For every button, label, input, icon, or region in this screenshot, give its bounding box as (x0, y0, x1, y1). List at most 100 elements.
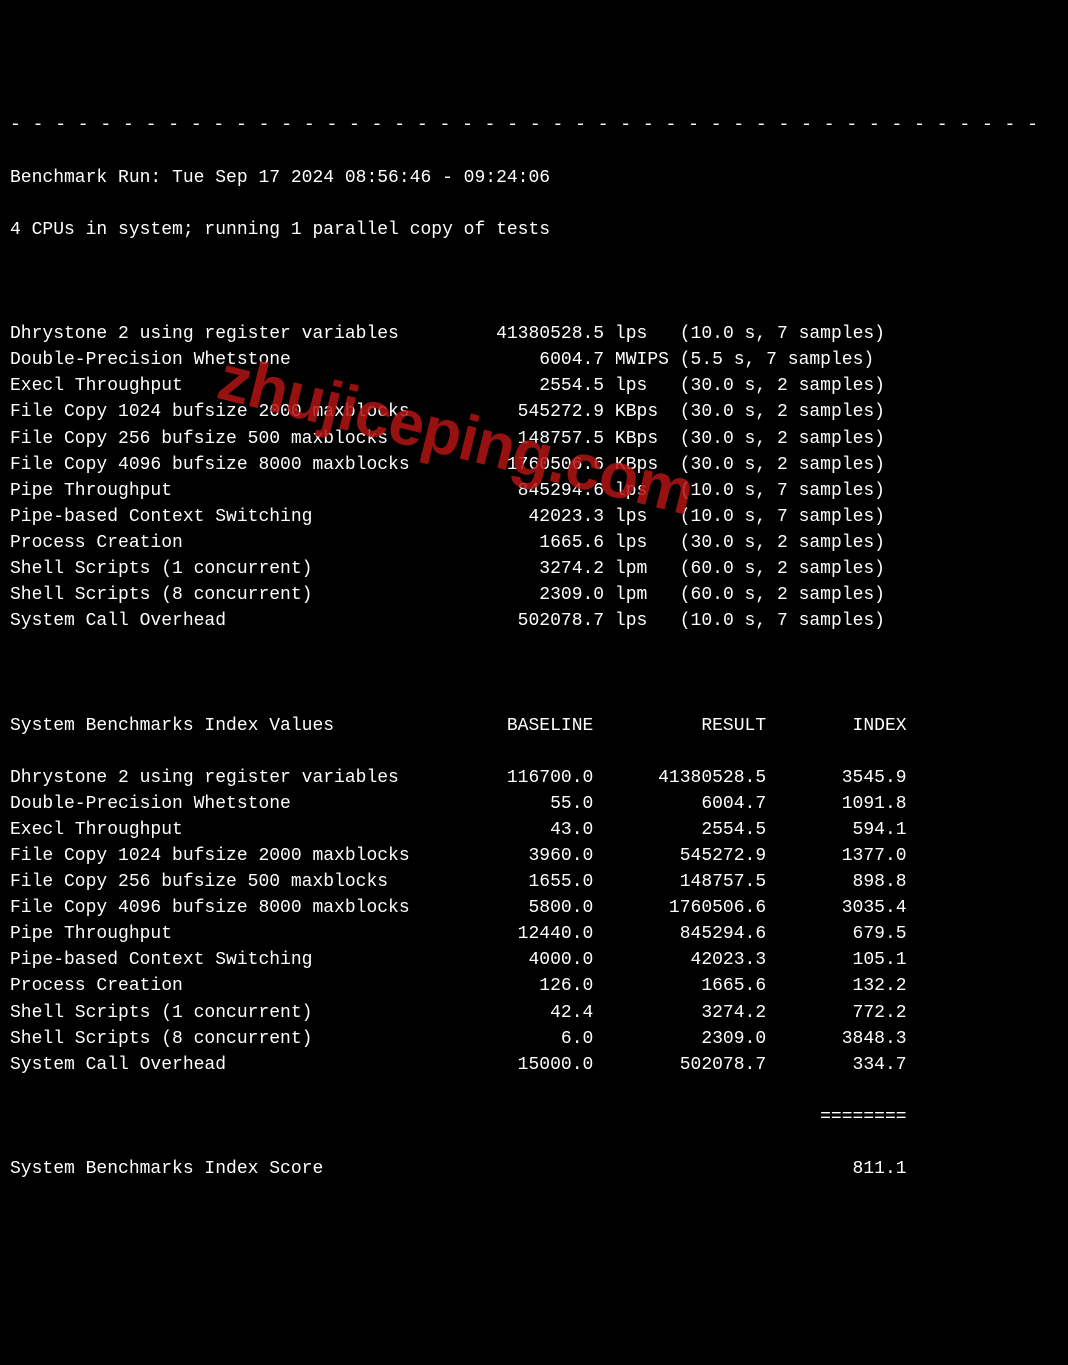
result-value: 148757.5 (420, 429, 604, 449)
index-name: File Copy 4096 bufsize 8000 maxblocks (10, 898, 453, 918)
index-index: 334.7 (766, 1055, 906, 1075)
index-row: Double-Precision Whetstone 55.0 6004.7 1… (10, 791, 1058, 817)
result-timing: (30.0 s, 2 samples) (680, 429, 885, 449)
index-index: 3035.4 (766, 898, 906, 918)
result-timing: (10.0 s, 7 samples) (680, 611, 885, 631)
index-baseline: 126.0 (453, 976, 593, 996)
index-result: 1760506.6 (593, 898, 766, 918)
index-name: Process Creation (10, 976, 453, 996)
index-name: Execl Throughput (10, 820, 453, 840)
result-row: Execl Throughput 2554.5 lps (30.0 s, 2 s… (10, 373, 1058, 399)
index-result: 41380528.5 (593, 768, 766, 788)
index-row: System Call Overhead 15000.0 502078.7 33… (10, 1052, 1058, 1078)
index-block: Dhrystone 2 using register variables 116… (10, 765, 1058, 1078)
benchmark-run-line: Benchmark Run: Tue Sep 17 2024 08:56:46 … (10, 165, 1058, 191)
result-unit: lpm (615, 585, 669, 605)
result-name: Process Creation (10, 533, 420, 553)
result-name: Shell Scripts (8 concurrent) (10, 585, 420, 605)
divider-rule: - - - - - - - - - - - - - - - - - - - - … (10, 112, 1058, 138)
index-result: 6004.7 (593, 794, 766, 814)
index-name: Shell Scripts (1 concurrent) (10, 1003, 453, 1023)
col-result: RESULT (593, 716, 766, 736)
result-name: File Copy 256 bufsize 500 maxblocks (10, 429, 420, 449)
index-index: 3545.9 (766, 768, 906, 788)
index-name: Shell Scripts (8 concurrent) (10, 1029, 453, 1049)
index-index: 898.8 (766, 872, 906, 892)
index-row: Shell Scripts (8 concurrent) 6.0 2309.0 … (10, 1026, 1058, 1052)
score-line: System Benchmarks Index Score 811.1 (10, 1156, 1058, 1182)
result-unit: lps (615, 481, 669, 501)
result-unit: KBps (615, 402, 669, 422)
result-timing: (5.5 s, 7 samples) (680, 350, 874, 370)
index-title: System Benchmarks Index Values (10, 716, 453, 736)
result-row: Dhrystone 2 using register variables 413… (10, 321, 1058, 347)
result-name: Execl Throughput (10, 376, 420, 396)
result-row: File Copy 256 bufsize 500 maxblocks 1487… (10, 426, 1058, 452)
result-unit: lps (615, 324, 669, 344)
result-value: 3274.2 (420, 559, 604, 579)
result-unit: lps (615, 507, 669, 527)
result-name: Shell Scripts (1 concurrent) (10, 559, 420, 579)
result-value: 41380528.5 (420, 324, 604, 344)
index-baseline: 4000.0 (453, 950, 593, 970)
result-value: 1665.6 (420, 533, 604, 553)
result-unit: lps (615, 533, 669, 553)
result-timing: (10.0 s, 7 samples) (680, 507, 885, 527)
col-index: INDEX (766, 716, 906, 736)
score-label: System Benchmarks Index Score (10, 1159, 766, 1179)
results-block: Dhrystone 2 using register variables 413… (10, 321, 1058, 634)
result-timing: (30.0 s, 2 samples) (680, 533, 885, 553)
index-name: Pipe Throughput (10, 924, 453, 944)
result-name: Dhrystone 2 using register variables (10, 324, 420, 344)
result-name: System Call Overhead (10, 611, 420, 631)
result-value: 1760506.6 (420, 455, 604, 475)
result-row: Shell Scripts (1 concurrent) 3274.2 lpm … (10, 556, 1058, 582)
index-index: 772.2 (766, 1003, 906, 1023)
index-baseline: 116700.0 (453, 768, 593, 788)
result-name: File Copy 4096 bufsize 8000 maxblocks (10, 455, 420, 475)
index-header-line: System Benchmarks Index Values BASELINE … (10, 713, 1058, 739)
index-row: Pipe Throughput 12440.0 845294.6 679.5 (10, 921, 1058, 947)
index-index: 594.1 (766, 820, 906, 840)
index-result: 545272.9 (593, 846, 766, 866)
result-timing: (60.0 s, 2 samples) (680, 585, 885, 605)
index-baseline: 1655.0 (453, 872, 593, 892)
index-row: Process Creation 126.0 1665.6 132.2 (10, 973, 1058, 999)
index-row: File Copy 256 bufsize 500 maxblocks 1655… (10, 869, 1058, 895)
index-baseline: 55.0 (453, 794, 593, 814)
result-value: 845294.6 (420, 481, 604, 501)
index-index: 105.1 (766, 950, 906, 970)
index-name: Pipe-based Context Switching (10, 950, 453, 970)
result-value: 42023.3 (420, 507, 604, 527)
result-row: Process Creation 1665.6 lps (30.0 s, 2 s… (10, 530, 1058, 556)
index-result: 3274.2 (593, 1003, 766, 1023)
index-result: 148757.5 (593, 872, 766, 892)
result-value: 545272.9 (420, 402, 604, 422)
result-value: 2309.0 (420, 585, 604, 605)
index-result: 42023.3 (593, 950, 766, 970)
result-timing: (10.0 s, 7 samples) (680, 481, 885, 501)
index-baseline: 12440.0 (453, 924, 593, 944)
index-row: Pipe-based Context Switching 4000.0 4202… (10, 947, 1058, 973)
index-index: 3848.3 (766, 1029, 906, 1049)
result-row: Pipe Throughput 845294.6 lps (10.0 s, 7 … (10, 478, 1058, 504)
result-value: 502078.7 (420, 611, 604, 631)
result-name: Double-Precision Whetstone (10, 350, 420, 370)
index-result: 845294.6 (593, 924, 766, 944)
result-name: Pipe Throughput (10, 481, 420, 501)
result-row: Pipe-based Context Switching 42023.3 lps… (10, 504, 1058, 530)
result-timing: (30.0 s, 2 samples) (680, 376, 885, 396)
result-value: 2554.5 (420, 376, 604, 396)
result-unit: lps (615, 376, 669, 396)
index-result: 502078.7 (593, 1055, 766, 1075)
index-row: Dhrystone 2 using register variables 116… (10, 765, 1058, 791)
index-baseline: 15000.0 (453, 1055, 593, 1075)
index-name: System Call Overhead (10, 1055, 453, 1075)
index-name: Double-Precision Whetstone (10, 794, 453, 814)
index-baseline: 5800.0 (453, 898, 593, 918)
result-row: File Copy 1024 bufsize 2000 maxblocks 54… (10, 399, 1058, 425)
index-row: Execl Throughput 43.0 2554.5 594.1 (10, 817, 1058, 843)
index-result: 2309.0 (593, 1029, 766, 1049)
index-baseline: 3960.0 (453, 846, 593, 866)
index-baseline: 43.0 (453, 820, 593, 840)
